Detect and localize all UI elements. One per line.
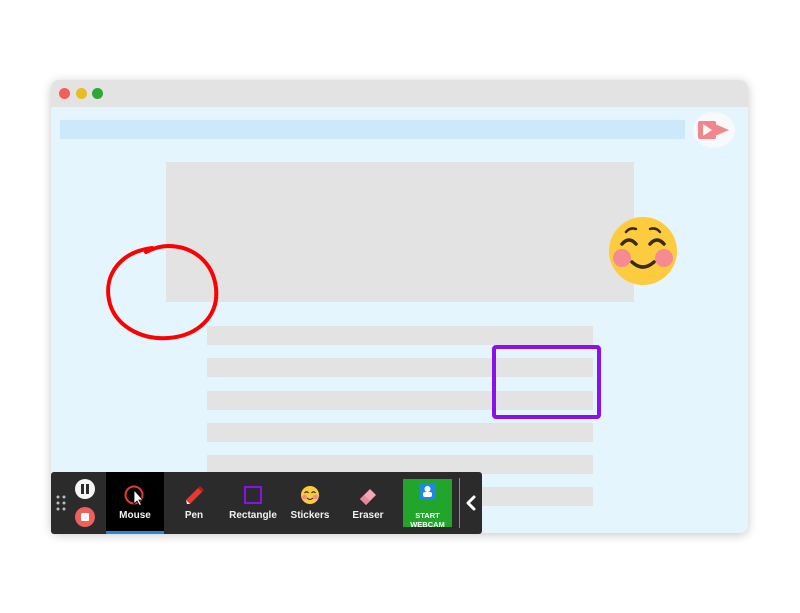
start-webcam-button[interactable]: START WEBCAM [403, 479, 452, 529]
eraser-icon [360, 489, 376, 505]
webcam-label-line1: START [415, 511, 440, 520]
rectangle-icon [244, 486, 262, 504]
tool-stickers-label: Stickers [290, 510, 330, 521]
webcam-label-line2: WEBCAM [410, 520, 445, 529]
tool-eraser[interactable]: Eraser [339, 472, 397, 534]
pause-recording-button[interactable] [75, 479, 95, 499]
toolbar-divider [459, 478, 460, 528]
tool-mouse[interactable]: Mouse [106, 472, 164, 534]
sticker-icon [301, 486, 319, 504]
webcam-icon [419, 483, 436, 499]
tool-rectangle[interactable]: Rectangle [224, 472, 282, 534]
recording-toolbar: Mouse Pen Rectangle Stickers Eraser STAR… [51, 472, 482, 534]
collapse-toolbar-chevron-left-icon[interactable] [463, 490, 479, 516]
drag-handle-icon[interactable] [56, 494, 66, 512]
tool-rectangle-label: Rectangle [229, 510, 277, 521]
purple-rectangle-annotation [492, 345, 601, 419]
stop-recording-button[interactable] [75, 507, 95, 527]
tool-stickers[interactable]: Stickers [281, 472, 339, 534]
pen-icon [186, 486, 204, 504]
blushing-smile-emoji-icon [609, 217, 677, 285]
red-circle-annotation [106, 243, 219, 341]
tool-eraser-label: Eraser [352, 510, 384, 521]
mouse-cursor-icon [124, 485, 144, 506]
tool-pen[interactable]: Pen [165, 472, 223, 534]
tool-pen-label: Pen [184, 510, 204, 521]
tool-mouse-label: Mouse [119, 510, 151, 521]
